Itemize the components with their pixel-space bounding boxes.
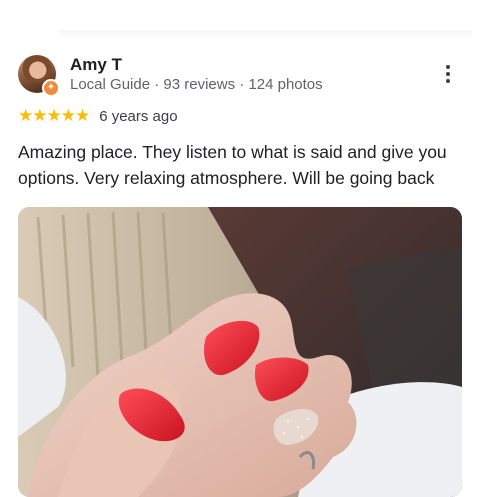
local-guide-badge-icon: ✦	[42, 79, 60, 97]
star-rating-icon: ★★★★★	[18, 106, 90, 125]
top-divider	[60, 30, 472, 38]
reviewer-meta[interactable]: Local Guide · 93 reviews · 124 photos	[70, 76, 323, 93]
reviewer-name[interactable]: Amy T	[70, 55, 122, 75]
review-text[interactable]: Amazing place. They listen to what is sa…	[18, 139, 468, 191]
review-header: ✦ Amy T Local Guide · 93 reviews · 124 p…	[18, 55, 468, 97]
rating-row: ★★★★★ 6 years ago	[18, 106, 178, 126]
more-options-icon[interactable]	[440, 63, 456, 89]
review-time: 6 years ago	[99, 107, 178, 125]
review-photo[interactable]	[18, 207, 462, 497]
